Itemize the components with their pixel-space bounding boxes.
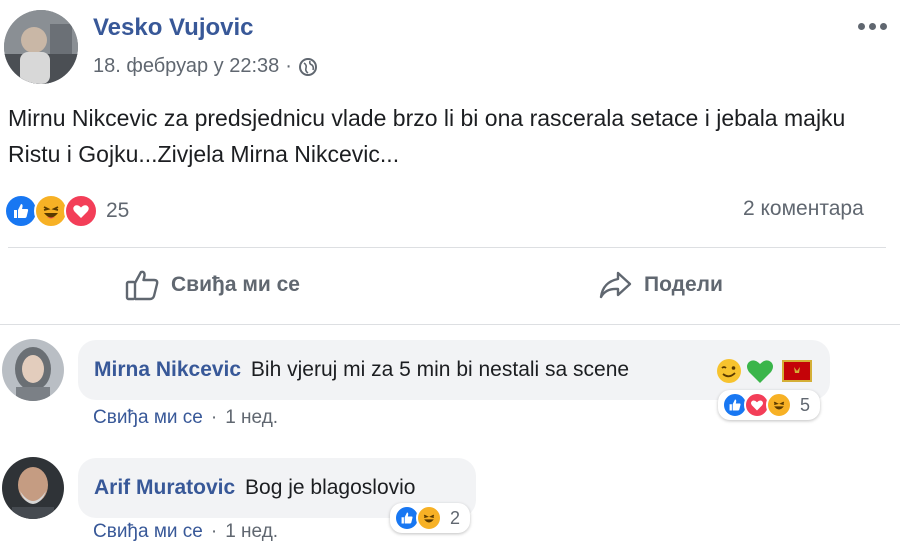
comment-footer: Свиђа ми се · 1 нед. — [93, 521, 278, 543]
share-arrow-icon — [598, 270, 632, 300]
like-reaction-icon — [4, 194, 38, 228]
like-button-label: Свиђа ми се — [171, 273, 300, 296]
post-reaction-count[interactable]: 25 — [106, 199, 129, 223]
divider-bottom — [0, 324, 900, 325]
comment-content: Arif Muratovic Bog je blagoslovio — [94, 476, 415, 500]
winking-face-icon — [716, 358, 742, 384]
love-reaction-icon — [64, 194, 98, 228]
comment-text: Bog je blagoslovio — [245, 476, 416, 499]
comment-footer: Свиђа ми се · 1 нед. — [93, 407, 278, 429]
haha-reaction-icon — [766, 392, 792, 418]
comment-content: Mirna Nikcevic Bih vjeruj mi za 5 min bi… — [94, 358, 629, 382]
comment-emojis — [716, 358, 812, 384]
post-comment-count[interactable]: 2 коментара — [743, 197, 864, 221]
haha-reaction-icon — [416, 505, 442, 531]
post-timestamp[interactable]: 18. фебруар у 22:38 — [93, 55, 279, 78]
comment-reactions[interactable]: 2 — [390, 503, 471, 533]
commenter-photo — [2, 339, 64, 401]
commenter-photo — [2, 457, 64, 519]
post-text: Mirnu Nikcevic za predsjednicu vlade brz… — [8, 105, 846, 167]
footer-separator: · — [210, 521, 218, 542]
meta-separator: · — [285, 55, 292, 77]
author-photo — [4, 10, 78, 84]
comment-like-link[interactable]: Свиђа ми се — [93, 407, 203, 429]
comment-avatar[interactable] — [2, 339, 64, 401]
comment-age[interactable]: 1 нед. — [225, 407, 278, 429]
comment-age[interactable]: 1 нед. — [225, 521, 278, 543]
comment-author[interactable]: Arif Muratovic — [94, 476, 235, 499]
share-button-label: Подели — [644, 273, 723, 296]
comment-text: Bih vjeruj mi za 5 min bi nestali sa sce… — [250, 358, 630, 381]
thumbs-up-icon — [125, 268, 161, 302]
comment-avatar[interactable] — [2, 457, 64, 519]
green-heart-icon — [746, 358, 774, 384]
post-meta: 18. фебруар у 22:38 · — [93, 55, 318, 78]
post-reactions[interactable]: 25 — [4, 194, 129, 228]
post-author-name[interactable]: Vesko Vujovic — [93, 14, 254, 42]
footer-separator: · — [210, 407, 218, 428]
montenegro-flag-icon — [782, 360, 812, 382]
comment-reaction-count: 2 — [450, 507, 461, 528]
comment-reactions[interactable]: 5 — [718, 390, 821, 420]
comment-reaction-count: 5 — [800, 394, 811, 415]
more-dots-icon[interactable] — [858, 20, 892, 32]
author-avatar[interactable] — [4, 10, 78, 84]
comment-bubble: Mirna Nikcevic Bih vjeruj mi za 5 min bi… — [78, 340, 830, 400]
globe-icon[interactable] — [298, 57, 318, 77]
comment-author[interactable]: Mirna Nikcevic — [94, 358, 241, 381]
divider-top — [8, 247, 886, 248]
comment-like-link[interactable]: Свиђа ми се — [93, 521, 203, 543]
haha-reaction-icon — [34, 194, 68, 228]
like-button[interactable]: Свиђа ми се — [125, 268, 300, 302]
share-button[interactable]: Подели — [598, 270, 723, 300]
